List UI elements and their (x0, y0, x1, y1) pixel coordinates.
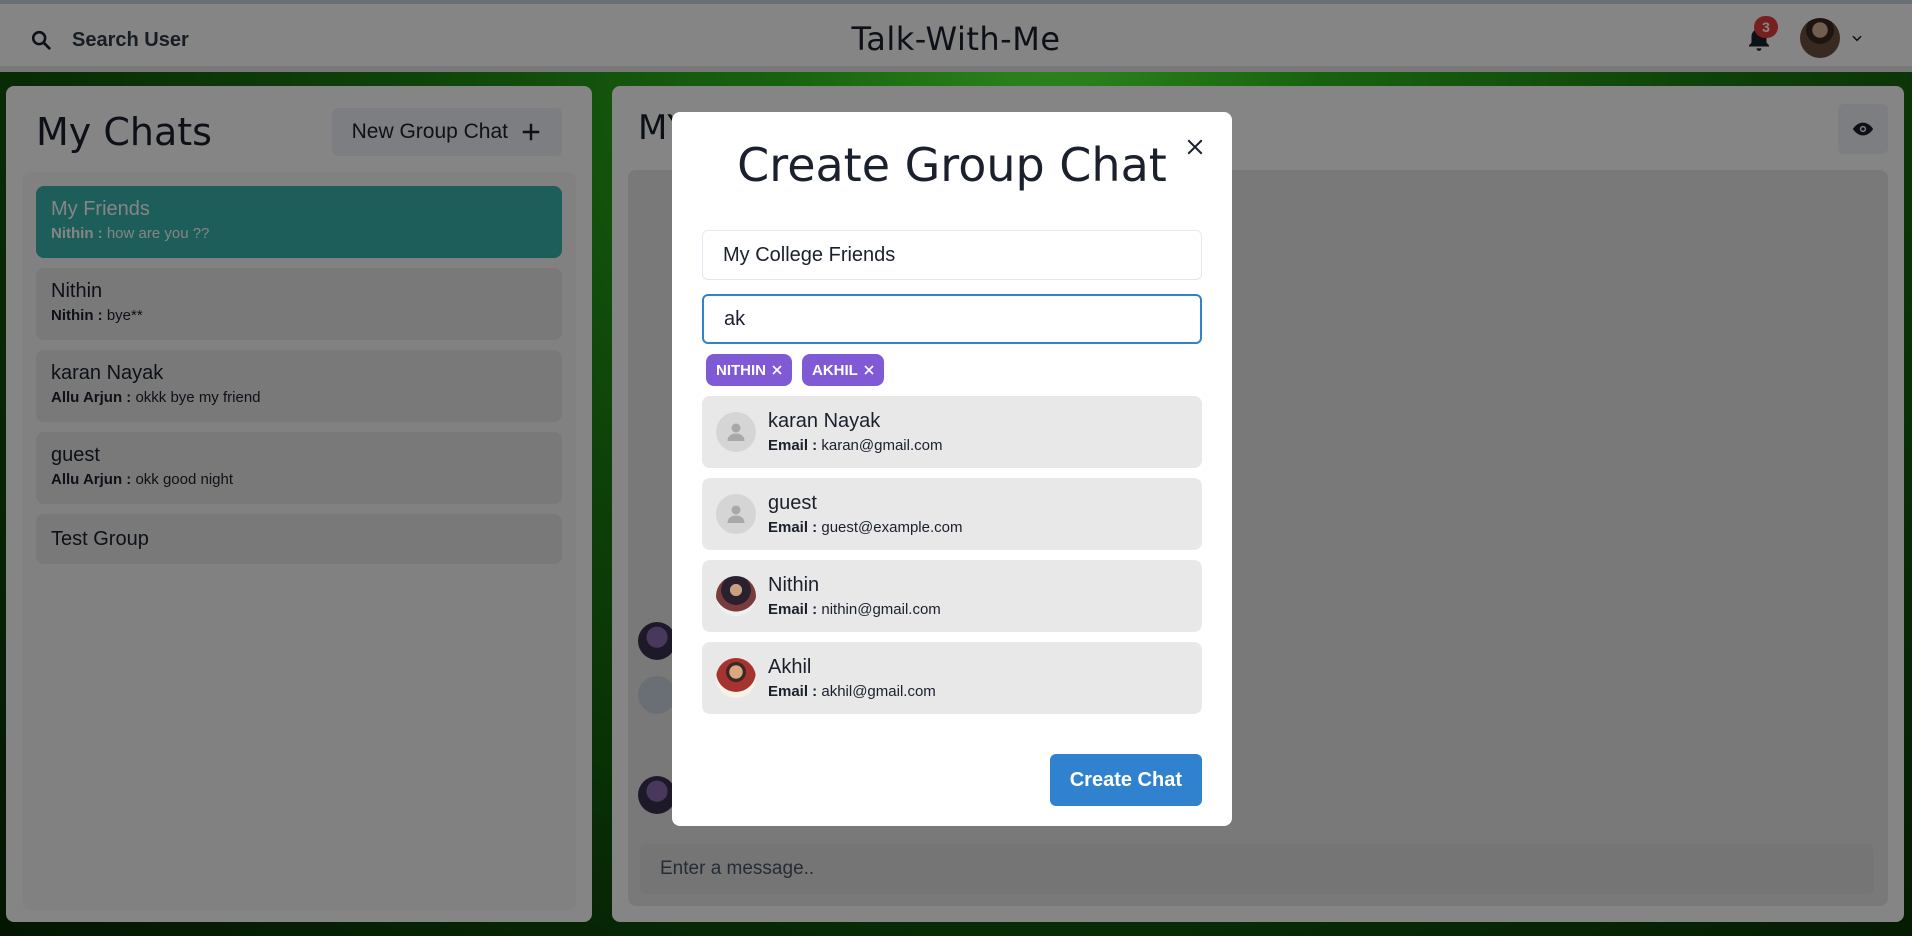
result-email: Email : guest@example.com (768, 519, 962, 536)
search-result-guest[interactable]: guest Email : guest@example.com (702, 478, 1202, 550)
avatar (716, 412, 756, 452)
avatar (716, 576, 756, 616)
email-value: karan@gmail.com (821, 437, 943, 454)
default-user-icon (727, 423, 745, 441)
email-label: Email : (768, 519, 818, 536)
default-user-icon (727, 505, 745, 523)
search-result-karan-nayak[interactable]: karan Nayak Email : karan@gmail.com (702, 396, 1202, 468)
search-results: karan Nayak Email : karan@gmail.com gues… (702, 396, 1202, 714)
user-tag-akhil[interactable]: AKHIL (802, 354, 884, 386)
search-result-nithin[interactable]: Nithin Email : nithin@gmail.com (702, 560, 1202, 632)
result-email: Email : akhil@gmail.com (768, 683, 936, 700)
user-tag-label: NITHIN (716, 361, 766, 379)
remove-tag-icon[interactable] (864, 365, 874, 375)
result-email: Email : karan@gmail.com (768, 437, 942, 454)
avatar (716, 494, 756, 534)
modal-title: Create Group Chat (737, 138, 1167, 192)
avatar (716, 658, 756, 698)
close-icon (1187, 139, 1203, 155)
result-name: Akhil (768, 656, 812, 678)
chat-name-input[interactable] (702, 230, 1202, 280)
user-tag-nithin[interactable]: NITHIN (706, 354, 792, 386)
email-value: nithin@gmail.com (821, 601, 941, 618)
result-name: karan Nayak (768, 410, 881, 432)
email-value: akhil@gmail.com (821, 683, 936, 700)
remove-tag-icon[interactable] (772, 365, 782, 375)
email-label: Email : (768, 683, 818, 700)
search-result-akhil[interactable]: Akhil Email : akhil@gmail.com (702, 642, 1202, 714)
close-modal-button[interactable] (1180, 132, 1210, 162)
create-group-chat-modal: Create Group Chat NITHIN AKHIL (672, 112, 1232, 826)
result-name: guest (768, 492, 817, 514)
email-label: Email : (768, 601, 818, 618)
create-chat-button[interactable]: Create Chat (1049, 754, 1202, 806)
result-email: Email : nithin@gmail.com (768, 601, 941, 618)
email-label: Email : (768, 437, 818, 454)
user-tag-label: AKHIL (812, 361, 858, 379)
selected-users: NITHIN AKHIL (702, 354, 1202, 386)
add-users-search-input[interactable] (702, 294, 1202, 344)
result-name: Nithin (768, 574, 820, 596)
email-value: guest@example.com (821, 519, 963, 536)
